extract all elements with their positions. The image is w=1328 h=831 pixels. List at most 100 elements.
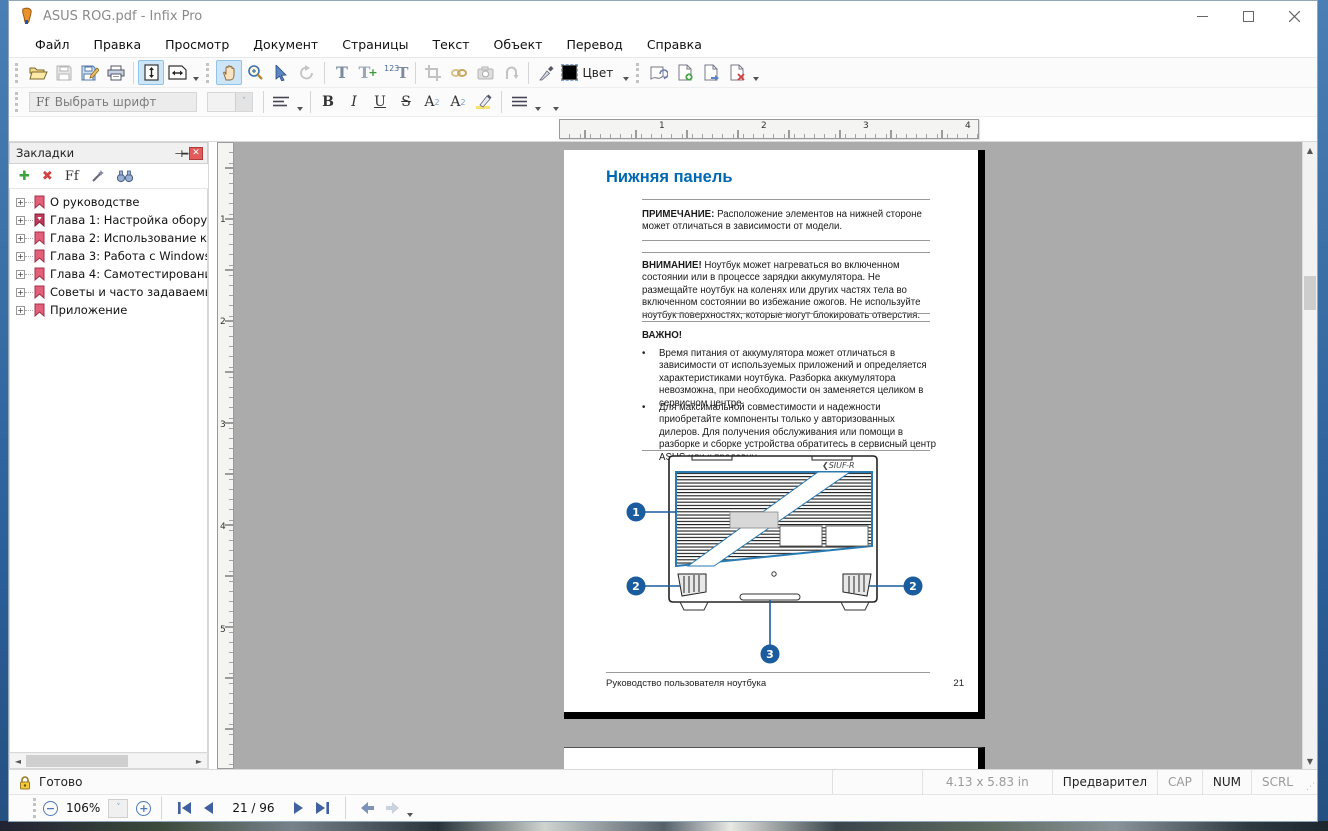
zoom-out-button[interactable]: − bbox=[43, 801, 58, 816]
subscript-button[interactable]: A2 bbox=[445, 90, 471, 115]
highlight-button[interactable] bbox=[471, 90, 497, 115]
bookmark-item[interactable]: + Приложение bbox=[14, 301, 207, 319]
menu-object[interactable]: Объект bbox=[482, 33, 555, 56]
snapshot-button[interactable] bbox=[472, 60, 498, 85]
font-size-select[interactable]: ˅ bbox=[207, 92, 253, 112]
color-dropdown[interactable] bbox=[620, 60, 632, 85]
wand-icon[interactable] bbox=[91, 169, 105, 183]
print-button[interactable] bbox=[103, 60, 129, 85]
expand-icon[interactable]: + bbox=[16, 234, 25, 243]
rotate-tool-button[interactable] bbox=[294, 60, 320, 85]
italic-button[interactable]: I bbox=[341, 90, 367, 115]
zoom-in-button[interactable]: + bbox=[136, 801, 151, 816]
save-button[interactable] bbox=[51, 60, 77, 85]
delete-page-button[interactable] bbox=[724, 60, 750, 85]
nav-overflow[interactable] bbox=[404, 796, 416, 821]
align-button[interactable] bbox=[268, 90, 294, 115]
expand-icon[interactable]: + bbox=[16, 198, 25, 207]
scroll-right-icon[interactable]: ► bbox=[191, 754, 207, 768]
menu-pages[interactable]: Страницы bbox=[330, 33, 420, 56]
expand-icon[interactable]: + bbox=[16, 306, 25, 315]
previous-page-button[interactable] bbox=[196, 797, 220, 819]
add-text-button[interactable]: T + bbox=[355, 60, 381, 85]
hscroll-thumb[interactable] bbox=[26, 755, 128, 767]
pdf-page[interactable]: Нижняя панель ПРИМЕЧАНИЕ: Расположение э… bbox=[564, 150, 985, 719]
bookmark-item[interactable]: + Советы и часто задаваемые в bbox=[14, 283, 207, 301]
expand-icon[interactable]: + bbox=[16, 252, 25, 261]
panel-hscrollbar[interactable]: ◄ ► bbox=[9, 753, 208, 769]
strikethrough-button[interactable]: S bbox=[393, 90, 419, 115]
bookmark-item[interactable]: + Глава 4: Самотестирование п bbox=[14, 265, 207, 283]
toolbar-drag-handle[interactable] bbox=[33, 798, 38, 818]
expand-icon[interactable]: + bbox=[16, 216, 25, 225]
align-dropdown[interactable] bbox=[294, 90, 306, 115]
menu-file[interactable]: Файл bbox=[23, 33, 82, 56]
menu-help[interactable]: Справка bbox=[635, 33, 714, 56]
toolbar-overflow[interactable] bbox=[550, 90, 562, 115]
superscript-button[interactable]: A2 bbox=[419, 90, 445, 115]
edit-text-button[interactable]: T bbox=[329, 60, 355, 85]
fit-page-button[interactable] bbox=[138, 60, 164, 85]
bookmark-item[interactable]: + Глава 3: Работа с Windows 10 bbox=[14, 247, 207, 265]
color-picker-button[interactable]: Цвет bbox=[559, 60, 620, 85]
resize-grip[interactable]: ⋰ bbox=[1303, 770, 1317, 794]
revert-button[interactable] bbox=[498, 60, 524, 85]
scroll-left-icon[interactable]: ◄ bbox=[10, 754, 26, 768]
font-select[interactable]: Ff Выбрать шрифт bbox=[29, 92, 197, 112]
bookmark-item[interactable]: + Глава 2: Использование комп bbox=[14, 229, 207, 247]
zoom-dropdown[interactable]: ˅ bbox=[108, 799, 128, 818]
last-page-button[interactable] bbox=[311, 797, 335, 819]
close-button[interactable] bbox=[1271, 1, 1317, 31]
history-forward-button[interactable] bbox=[380, 797, 404, 819]
eyedropper-button[interactable] bbox=[533, 60, 559, 85]
scroll-down-icon[interactable]: ▼ bbox=[1303, 753, 1317, 769]
zoom-tool-button[interactable] bbox=[242, 60, 268, 85]
vertical-scrollbar[interactable]: ▲ ▼ bbox=[1302, 142, 1317, 769]
menu-translate[interactable]: Перевод bbox=[554, 33, 634, 56]
insert-page-button[interactable] bbox=[672, 60, 698, 85]
expand-icon[interactable]: + bbox=[16, 288, 25, 297]
bookmark-font-icon[interactable]: Ff bbox=[65, 169, 79, 184]
panel-close-icon[interactable]: ✕ bbox=[189, 147, 203, 160]
number-text-button[interactable]: 123 T bbox=[381, 60, 411, 85]
scroll-up-icon[interactable]: ▲ bbox=[1303, 142, 1317, 158]
document-area[interactable]: Нижняя панель ПРИМЕЧАНИЕ: Расположение э… bbox=[234, 142, 1302, 769]
linespacing-dropdown[interactable] bbox=[532, 90, 544, 115]
add-bookmark-icon[interactable]: ✚ bbox=[19, 169, 30, 184]
select-tool-button[interactable] bbox=[268, 60, 294, 85]
menu-text[interactable]: Текст bbox=[421, 33, 482, 56]
pin-icon[interactable]: ╀ bbox=[175, 150, 188, 157]
maximize-button[interactable] bbox=[1225, 1, 1271, 31]
link-tool-button[interactable] bbox=[446, 60, 472, 85]
expand-icon[interactable]: + bbox=[16, 270, 25, 279]
toolbar-drag-handle[interactable] bbox=[15, 63, 20, 83]
replace-pages-button[interactable] bbox=[646, 60, 672, 85]
crop-tool-button[interactable] bbox=[420, 60, 446, 85]
delete-bookmark-icon[interactable]: ✖ bbox=[42, 169, 53, 184]
save-as-button[interactable] bbox=[77, 60, 103, 85]
pdf-page-next[interactable] bbox=[564, 747, 985, 769]
page-indicator[interactable]: 21 / 96 bbox=[232, 801, 274, 815]
toolbar-drag-handle[interactable] bbox=[15, 92, 20, 112]
toolbar-drag-handle[interactable] bbox=[636, 63, 641, 83]
fit-width-button[interactable] bbox=[164, 60, 190, 85]
bookmark-item-current[interactable]: + Глава 1: Настройка оборудов bbox=[14, 211, 207, 229]
linespacing-button[interactable] bbox=[506, 90, 532, 115]
underline-button[interactable]: U bbox=[367, 90, 393, 115]
zoom-mode-dropdown[interactable] bbox=[190, 60, 202, 85]
minimize-button[interactable] bbox=[1179, 1, 1225, 31]
next-page-button[interactable] bbox=[287, 797, 311, 819]
history-back-button[interactable] bbox=[356, 797, 380, 819]
binoculars-icon[interactable] bbox=[117, 170, 133, 183]
menu-document[interactable]: Документ bbox=[241, 33, 330, 56]
hand-tool-button[interactable] bbox=[216, 60, 242, 85]
open-button[interactable] bbox=[25, 60, 51, 85]
pages-dropdown[interactable] bbox=[750, 60, 762, 85]
vscroll-thumb[interactable] bbox=[1304, 276, 1316, 310]
extract-page-button[interactable] bbox=[698, 60, 724, 85]
first-page-button[interactable] bbox=[172, 797, 196, 819]
menu-edit[interactable]: Правка bbox=[82, 33, 154, 56]
toolbar-drag-handle[interactable] bbox=[206, 63, 211, 83]
menu-view[interactable]: Просмотр bbox=[153, 33, 241, 56]
bookmark-item[interactable]: + О руководстве bbox=[14, 193, 207, 211]
